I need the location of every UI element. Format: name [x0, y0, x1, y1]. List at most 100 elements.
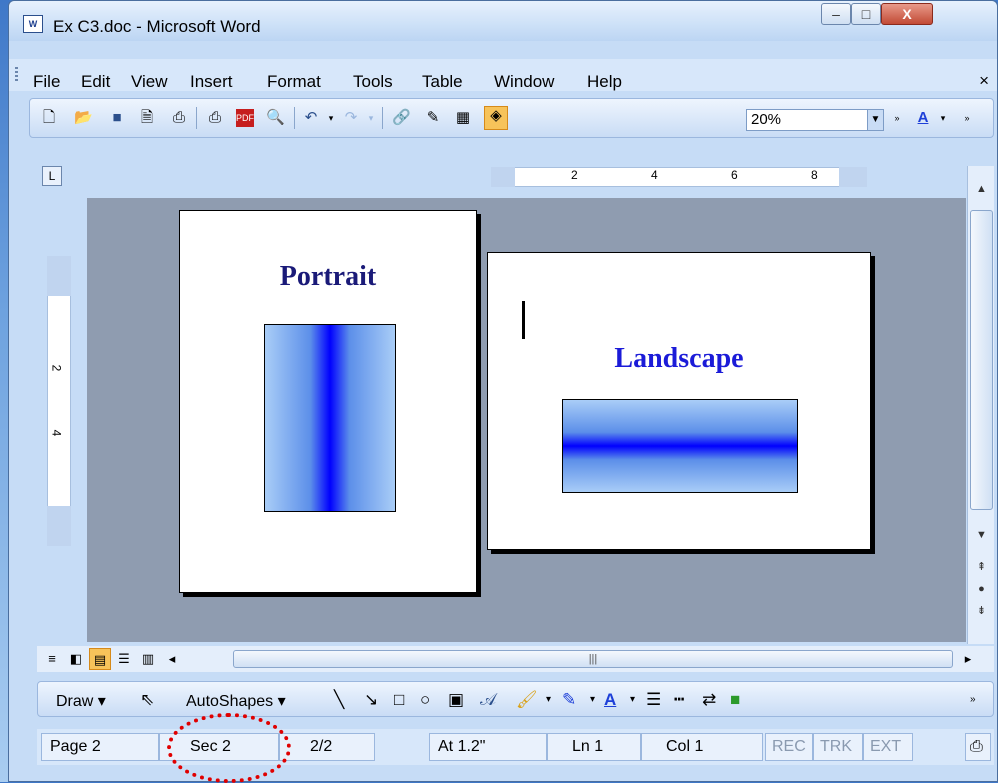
oval-icon[interactable]: ○	[420, 690, 430, 710]
menu-insert[interactable]: Insert	[190, 72, 233, 92]
ruler-number: 4	[49, 429, 64, 437]
open-icon[interactable]: 📂	[74, 109, 93, 127]
landscape-gradient-rectangle[interactable]	[562, 399, 798, 493]
rectangle-icon[interactable]: □	[394, 690, 404, 710]
autoshapes-button[interactable]: AutoShapes ▾	[186, 691, 286, 711]
vertical-ruler[interactable]	[47, 256, 71, 546]
zoom-combobox[interactable]: 20% ▼	[746, 109, 884, 131]
tab-selector[interactable]: L	[42, 166, 62, 186]
select-objects-icon[interactable]: ⇖	[140, 690, 154, 710]
normal-view-icon[interactable]: ≡	[41, 648, 63, 670]
status-position: At 1.2"	[429, 733, 547, 761]
print-layout-icon[interactable]: ▤	[89, 648, 111, 670]
research-icon[interactable]: 🔍	[266, 109, 285, 127]
scroll-left-icon[interactable]: ◂	[161, 648, 183, 670]
reading-layout-icon[interactable]: ▥	[137, 648, 159, 670]
standard-toolbar: 🗋 📂 ■ 🗎 ⎙ ⎙ PDF 🔍 ↶ ▾ ↷ ▾ 🔗 ✎ ▦ ◈ 20% ▼ …	[29, 98, 994, 138]
portrait-page[interactable]: Portrait	[179, 210, 477, 593]
ruler-margin-bottom	[47, 506, 71, 546]
chevron-down-icon: ▾	[277, 693, 286, 710]
redo-icon[interactable]: ↷	[342, 109, 360, 127]
vertical-scrollbar[interactable]: ▲ ▼ ⇞ ● ⇟	[967, 166, 994, 644]
status-column: Col 1	[641, 733, 763, 761]
close-document-icon[interactable]: ×	[979, 71, 989, 91]
next-page-icon[interactable]: ⇟	[970, 602, 993, 620]
line-icon[interactable]: ╲	[334, 690, 344, 710]
status-rec[interactable]: REC	[765, 733, 813, 761]
portrait-gradient-rectangle[interactable]	[264, 324, 396, 512]
wordart-icon[interactable]: 𝒜	[480, 690, 496, 710]
table-icon[interactable]: ▦	[454, 109, 472, 127]
fill-color-icon[interactable]: 🖌	[516, 690, 538, 710]
dash-style-icon[interactable]: ┅	[674, 690, 684, 710]
docmap-icon[interactable]: ◈	[484, 106, 508, 130]
draw-menu-button[interactable]: Draw ▾	[56, 691, 106, 711]
close-button[interactable]: X	[881, 3, 933, 25]
status-ext[interactable]: EXT	[863, 733, 913, 761]
font-color-dropdown-icon[interactable]: ▾	[934, 109, 952, 127]
ruler-margin-top	[47, 256, 71, 296]
chevron-down-icon: ▾	[97, 693, 106, 710]
font-color-icon[interactable]: A	[914, 109, 932, 127]
pdf-icon[interactable]: PDF	[236, 109, 254, 127]
menu-window[interactable]: Window	[494, 72, 554, 92]
toolbar-options-icon[interactable]: »	[970, 690, 976, 710]
undo-dropdown-icon[interactable]: ▾	[322, 109, 340, 127]
select-browse-object-icon[interactable]: ●	[970, 580, 993, 598]
menu-table[interactable]: Table	[422, 72, 463, 92]
vertical-scroll-thumb[interactable]	[970, 210, 993, 510]
menu-edit[interactable]: Edit	[81, 72, 110, 92]
horizontal-scroll-thumb[interactable]: |||	[233, 650, 953, 668]
menu-view[interactable]: View	[131, 72, 168, 92]
minimize-button[interactable]: –	[821, 3, 851, 25]
scroll-down-icon[interactable]: ▼	[970, 526, 993, 544]
drawing-icon[interactable]: ✎	[424, 109, 442, 127]
horizontal-bar: ≡ ◧ ▤ ☰ ▥ ◂ ||| ▸	[37, 646, 994, 672]
toolbar-separator	[196, 107, 197, 129]
line-color-icon[interactable]: ✎	[562, 690, 576, 710]
print-icon[interactable]: ⎙	[170, 109, 188, 127]
title-bar[interactable]: W Ex C3.doc - Microsoft Word – □ X	[9, 1, 997, 41]
line-color-dropdown-icon[interactable]: ▾	[590, 690, 595, 710]
redo-dropdown-icon[interactable]: ▾	[362, 109, 380, 127]
ruler-number: 6	[731, 168, 738, 182]
fill-color-dropdown-icon[interactable]: ▾	[546, 690, 551, 710]
print-preview-icon[interactable]: ⎙	[206, 109, 224, 127]
permission-icon[interactable]: 🗎	[138, 109, 156, 127]
font-color-icon[interactable]: A	[604, 690, 616, 710]
word-window: W Ex C3.doc - Microsoft Word – □ X File …	[8, 0, 998, 783]
scroll-up-icon[interactable]: ▲	[970, 180, 993, 198]
previous-page-icon[interactable]: ⇞	[970, 558, 993, 576]
toolbar-options-icon[interactable]: »	[958, 109, 976, 127]
close-icon: X	[902, 6, 912, 22]
hyperlink-icon[interactable]: 🔗	[392, 109, 411, 127]
arrow-style-icon[interactable]: ⇄	[702, 690, 716, 710]
font-color-dropdown-icon[interactable]: ▾	[630, 690, 635, 710]
arrow-icon[interactable]: ↘	[364, 690, 378, 710]
undo-icon[interactable]: ↶	[302, 109, 320, 127]
landscape-page[interactable]: Landscape	[487, 252, 871, 550]
line-style-icon[interactable]: ☰	[646, 690, 661, 710]
status-trk[interactable]: TRK	[813, 733, 863, 761]
toolbar-options-icon[interactable]: »	[888, 109, 906, 127]
document-area[interactable]: Portrait Landscape	[87, 198, 966, 642]
menu-file[interactable]: File	[33, 72, 60, 92]
word-icon[interactable]: W	[23, 15, 43, 33]
outline-view-icon[interactable]: ☰	[113, 648, 135, 670]
new-icon[interactable]: 🗋	[40, 109, 58, 127]
menu-help[interactable]: Help	[587, 72, 622, 92]
web-layout-icon[interactable]: ◧	[65, 648, 87, 670]
ruler-margin-left	[491, 167, 515, 187]
save-icon[interactable]: ■	[108, 109, 126, 127]
shadow-style-icon[interactable]: ■	[730, 690, 740, 710]
menu-tools[interactable]: Tools	[353, 72, 393, 92]
menu-grip[interactable]	[15, 67, 18, 83]
textbox-icon[interactable]: ▣	[448, 690, 464, 710]
minimize-icon: –	[832, 6, 840, 22]
chevron-down-icon[interactable]: ▼	[867, 110, 883, 130]
maximize-button[interactable]: □	[851, 3, 881, 25]
portrait-title: Portrait	[279, 261, 377, 292]
spelling-status-icon[interactable]: ⎙	[965, 733, 991, 761]
menu-format[interactable]: Format	[267, 72, 321, 92]
scroll-right-icon[interactable]: ▸	[957, 648, 979, 670]
